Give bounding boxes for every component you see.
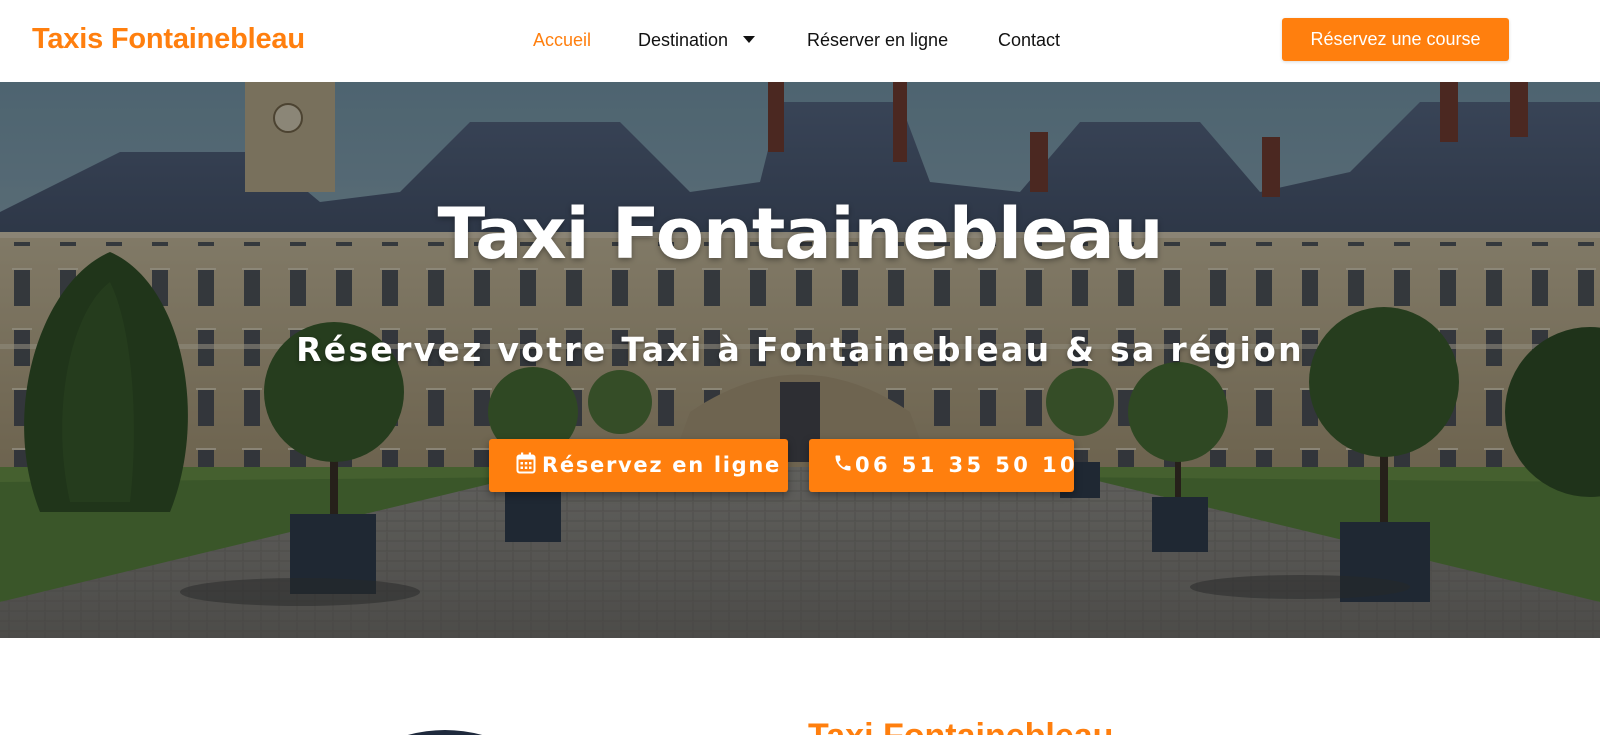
phone-number-label: 06 51 35 50 10 [855,453,1078,477]
nav-item-destination-label: Destination [638,30,729,50]
hero-banner: Taxi Fontainebleau Réservez votre Taxi à… [0,82,1600,638]
hero-title: Taxi Fontainebleau [437,193,1163,275]
book-online-button[interactable]: Réservez en ligne [489,439,788,492]
site-header: Taxis Fontainebleau Accueil Destination … [0,0,1600,82]
calendar-icon [516,452,536,474]
book-ride-button[interactable]: Réservez une course [1282,18,1509,61]
phone-icon [835,455,851,471]
section-title: Taxi Fontainebleau [808,716,1113,735]
intro-section: Taxi Fontainebleau [0,638,1600,735]
nav-item-accueil[interactable]: Accueil [533,28,591,52]
nav-item-destination[interactable]: Destination [638,28,756,52]
hero-subtitle: Réservez votre Taxi à Fontainebleau & sa… [296,330,1304,369]
nav-item-contact[interactable]: Contact [998,28,1060,52]
caret-down-icon [743,35,756,43]
nav-item-reserver-en-ligne[interactable]: Réserver en ligne [807,28,948,52]
taxi-car-image [408,730,482,735]
book-online-label: Réservez en ligne [542,453,782,477]
call-phone-button[interactable]: 06 51 35 50 10 [809,439,1075,492]
